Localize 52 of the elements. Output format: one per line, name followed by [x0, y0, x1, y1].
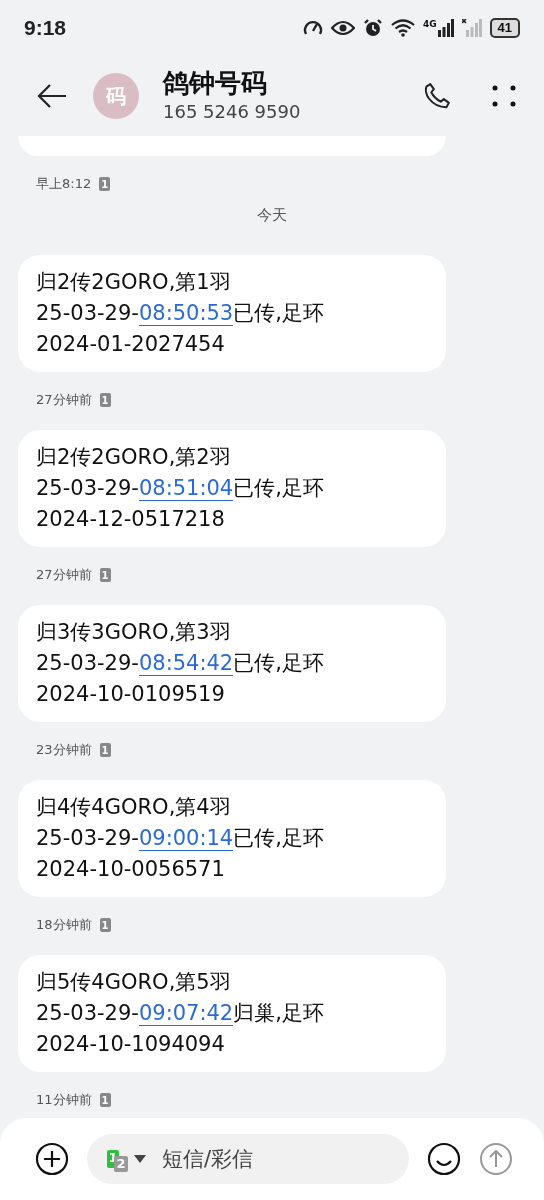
message-text: 2024-10-0056571 [36, 856, 226, 883]
contact-avatar: 码 [93, 73, 139, 119]
more-icon[interactable] [492, 85, 516, 107]
no-signal-icon [461, 19, 482, 37]
message-text: 25-03-29-09:07:42归巢,足环 [36, 1000, 325, 1028]
message-time: 27分钟前 [36, 566, 92, 584]
add-icon[interactable] [35, 1142, 69, 1176]
alarm-icon [362, 18, 383, 38]
back-icon[interactable] [37, 83, 67, 109]
message-time: 23分钟前 [36, 741, 92, 759]
sim-badge: 1 [99, 177, 111, 191]
speedometer-icon [302, 19, 323, 37]
emoji-icon[interactable] [427, 1142, 461, 1176]
date-divider: 今天 [257, 206, 287, 225]
message-text: 25-03-29-08:50:53已传,足环 [36, 300, 325, 328]
sim-badge: 1 [99, 568, 111, 582]
message-text: 归5传4GORO,第5羽 [36, 969, 232, 996]
sim-badge: 1 [99, 743, 111, 757]
phone-number: 165 5246 9590 [163, 100, 302, 124]
message-time: 18分钟前 [36, 916, 92, 934]
wifi-icon [390, 19, 415, 37]
message-time: 早上8:12 [36, 175, 92, 193]
sim-badge: 1 [99, 918, 111, 932]
contact-name: 鸽钟号码 [163, 67, 268, 99]
message-text: 2024-01-2027454 [36, 331, 226, 358]
message-text: 归3传3GORO,第3羽 [36, 619, 232, 646]
caret-icon [134, 1155, 146, 1163]
battery-indicator: 41 [489, 18, 520, 38]
time-link[interactable]: 08:51:04 [138, 476, 234, 501]
message-text: 25-03-29-09:00:14已传,足环 [36, 825, 325, 853]
message-text: 归2传2GORO,第2羽 [36, 444, 232, 471]
time-link[interactable]: 08:54:42 [138, 651, 234, 676]
phone-icon[interactable] [422, 81, 452, 111]
message-text: 2024-10-0109519 [36, 681, 226, 708]
message-text: 2024-12-0517218 [36, 506, 226, 533]
network-type: 4G [422, 19, 437, 29]
sim-badge: 1 [99, 1093, 111, 1107]
time-link[interactable]: 09:00:14 [138, 826, 234, 851]
message-text: 归4传4GORO,第4羽 [36, 794, 232, 821]
message-time: 27分钟前 [36, 391, 92, 409]
time-link[interactable]: 08:50:53 [138, 301, 234, 326]
message-text: 25-03-29-08:51:04已传,足环 [36, 475, 325, 503]
time-link[interactable]: 09:07:42 [138, 1001, 234, 1026]
eye-icon [330, 20, 355, 36]
signal-icon [437, 19, 454, 37]
message-text: 2024-10-1094094 [36, 1031, 226, 1058]
sim-badge: 1 [99, 393, 111, 407]
message-time: 11分钟前 [36, 1091, 92, 1109]
send-icon[interactable] [479, 1142, 513, 1176]
message-text: 25-03-29-08:54:42已传,足环 [36, 650, 325, 678]
status-time: 9:18 [24, 16, 67, 40]
message-text: 归2传2GORO,第1羽 [36, 269, 232, 296]
